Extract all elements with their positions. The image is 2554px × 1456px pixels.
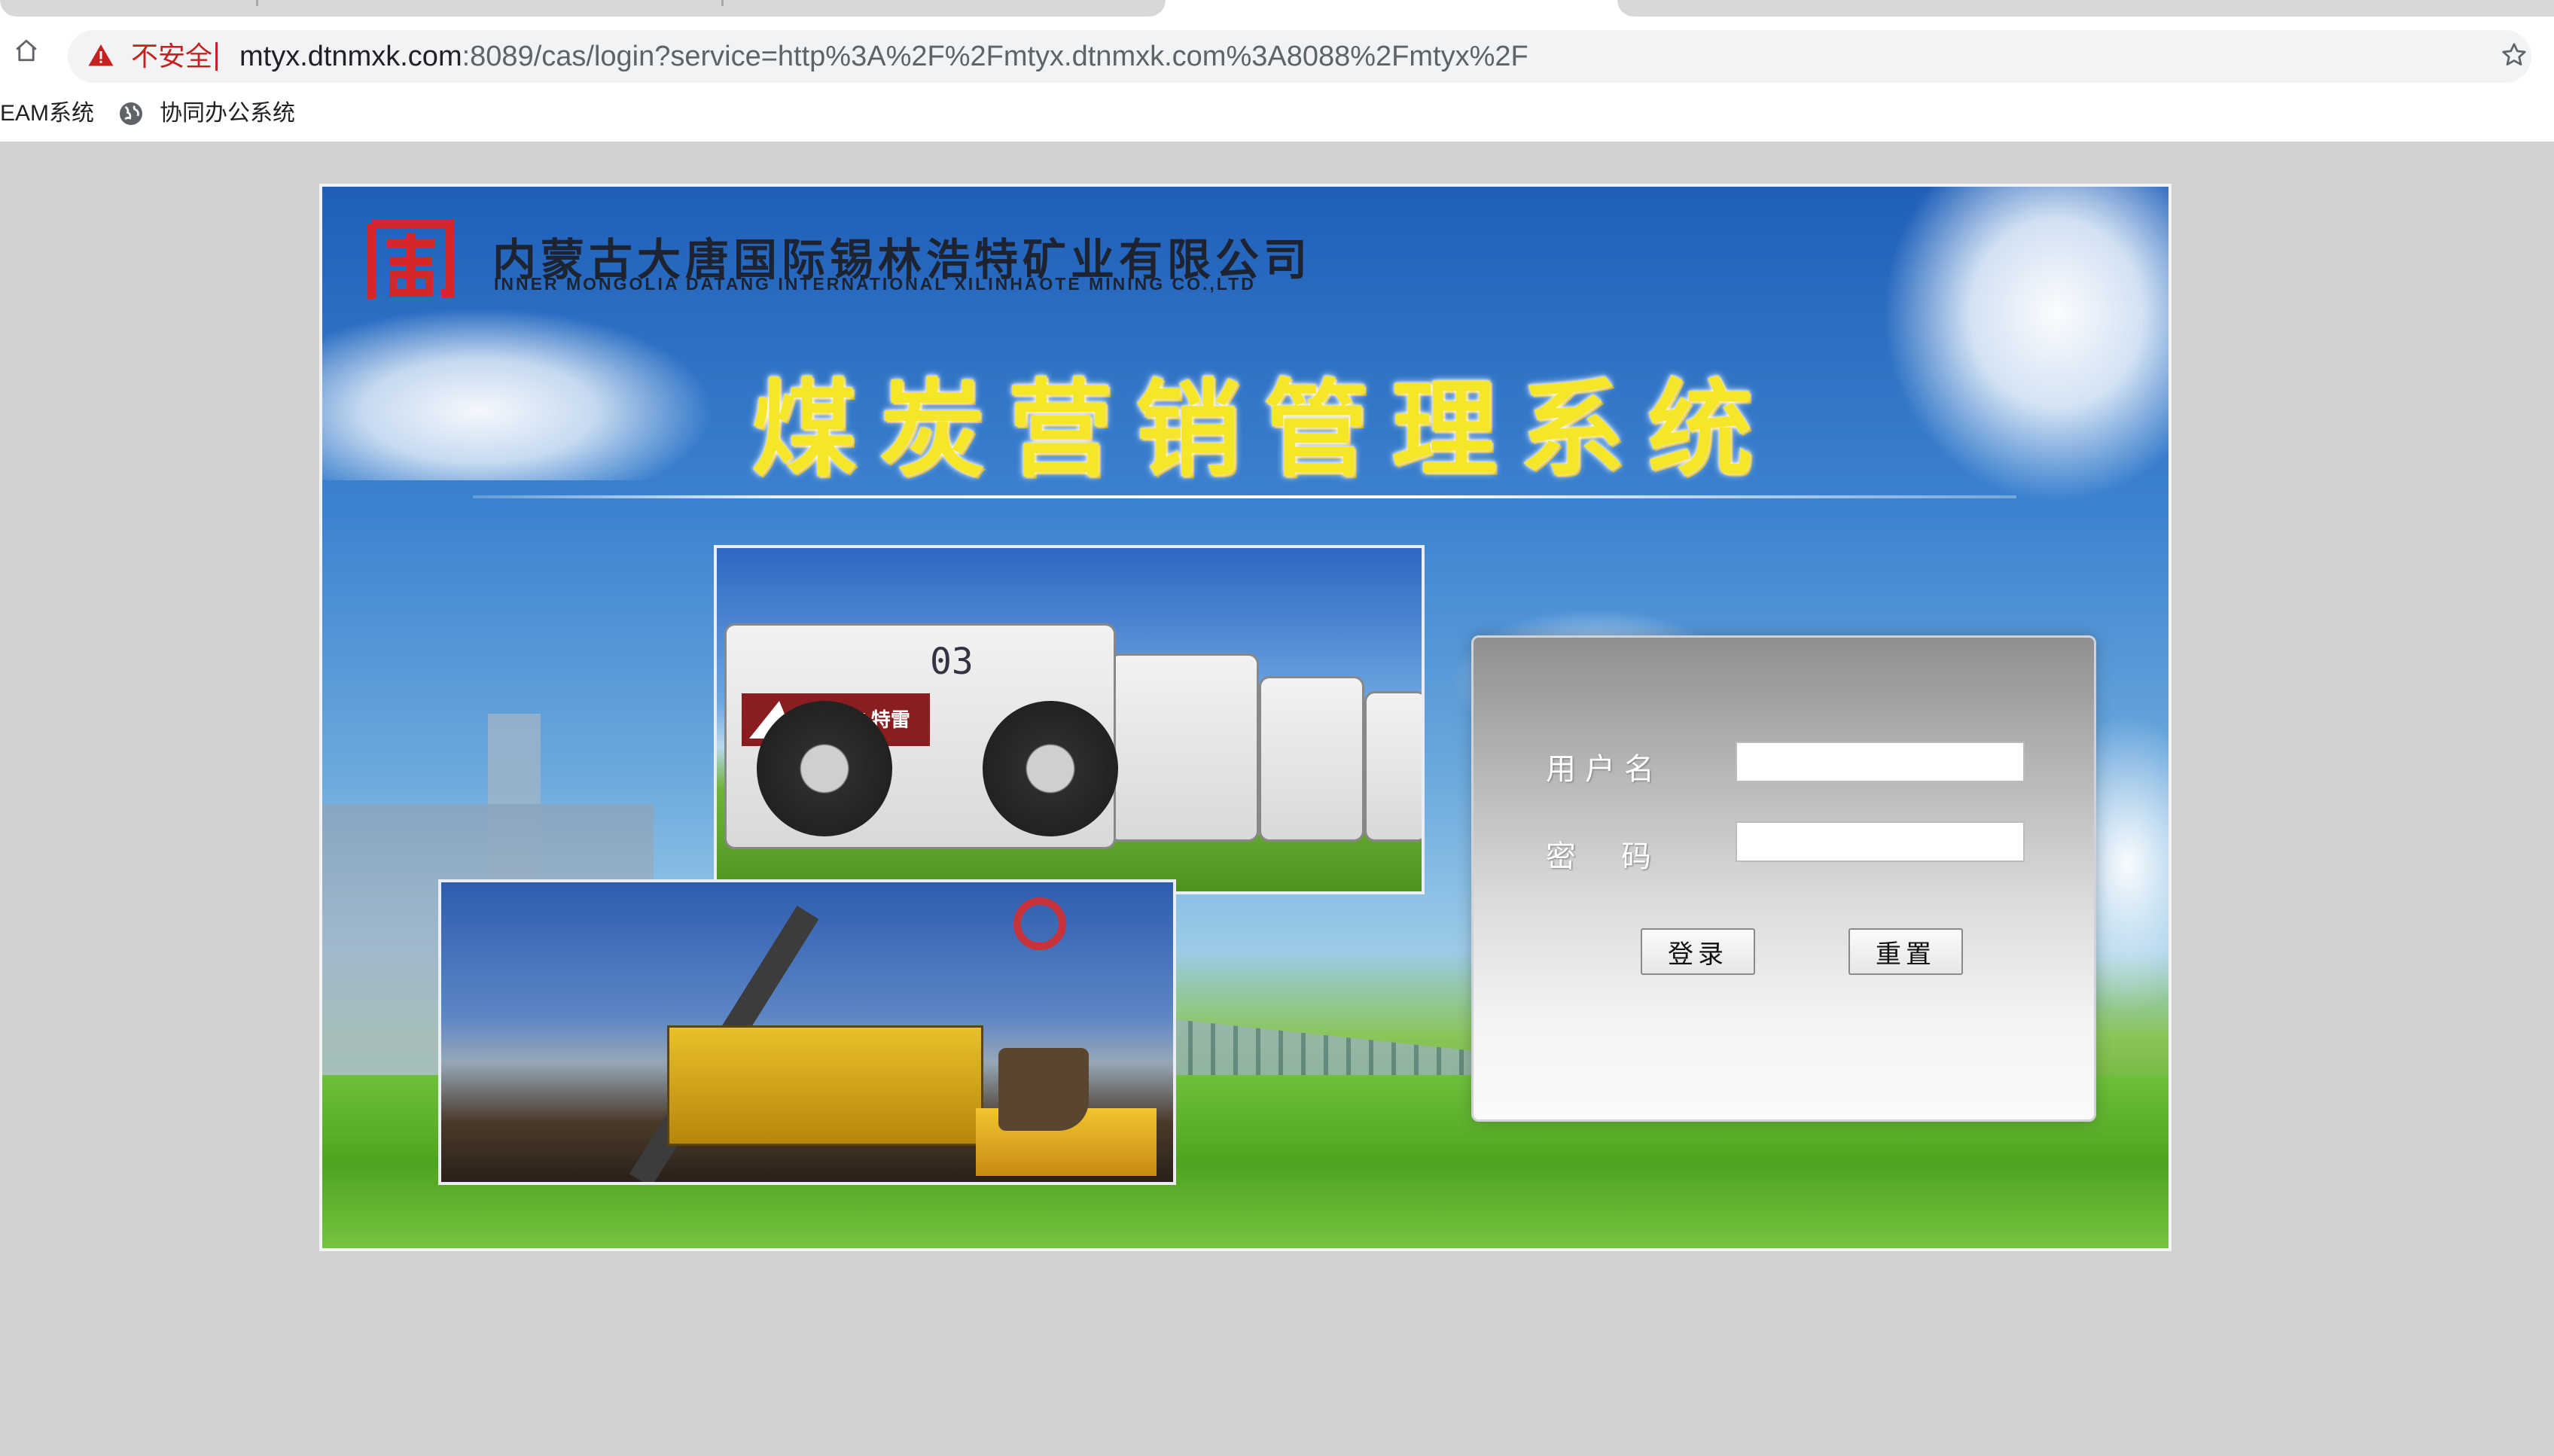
login-banner: 内蒙古大唐国际锡林浩特矿业有限公司 INNER MONGOLIA DATANG …	[319, 184, 2172, 1251]
truck-shape	[1364, 691, 1422, 842]
address-bar[interactable]: 不安全 mtyx.dtnmxk.com:8089/cas/login?servi…	[68, 30, 2531, 83]
bookmark-oa-label: 协同办公系统	[160, 101, 295, 126]
company-logo-icon	[367, 219, 455, 299]
bookmark-oa[interactable]: 协同办公系统	[117, 86, 295, 142]
username-input[interactable]	[1736, 742, 2025, 782]
warning-icon	[88, 44, 114, 66]
tab-divider	[256, 0, 258, 6]
password-input[interactable]	[1736, 821, 2025, 862]
wheel-shape	[757, 701, 892, 836]
truck-number: 03	[930, 641, 974, 683]
bookmark-star-button[interactable]	[2497, 38, 2531, 72]
truck-shape	[1108, 653, 1259, 842]
mining-truck-photo: 03 TEREX 特雷	[714, 545, 1425, 894]
tab-divider	[721, 0, 724, 6]
cloud	[1882, 187, 2168, 503]
url-text[interactable]: mtyx.dtnmxk.com:8089/cas/login?service=h…	[239, 30, 1528, 83]
url-host: mtyx.dtnmxk.com	[239, 41, 462, 72]
reset-button[interactable]: 重置	[1848, 928, 1963, 975]
truck-shape: 03 TEREX 特雷	[724, 623, 1118, 849]
login-button[interactable]: 登录	[1641, 928, 1755, 975]
excavator-body-shape	[667, 1025, 983, 1146]
star-icon	[2502, 43, 2526, 65]
security-label[interactable]: 不安全	[131, 30, 212, 83]
password-label: 密码	[1546, 840, 1696, 873]
excavator-photo	[438, 879, 1176, 1185]
omnibox-separator	[215, 42, 218, 71]
url-path: :8089/cas/login?service=http%3A%2F%2Fmty…	[462, 41, 1528, 72]
pulley-shape	[1013, 897, 1066, 950]
home-button[interactable]	[9, 33, 44, 68]
browser-tab[interactable]	[1617, 0, 2554, 17]
truck-shape	[1259, 676, 1364, 842]
bucket-shape	[998, 1048, 1089, 1131]
bookmarks-bar: EAM系统 协同办公系统	[0, 86, 2554, 143]
bookmark-eam[interactable]: EAM系统	[0, 86, 94, 142]
browser-tab[interactable]	[0, 0, 1166, 17]
wheel-shape	[983, 701, 1118, 836]
username-label: 用户名	[1546, 753, 1663, 786]
company-name-en: INNER MONGOLIA DATANG INTERNATIONAL XILI…	[494, 274, 1256, 294]
globe-icon	[120, 102, 142, 125]
tab-strip	[0, 0, 2554, 18]
home-icon	[16, 39, 37, 62]
system-title: 煤炭营销管理系统	[751, 369, 1776, 492]
cloud	[322, 307, 714, 480]
title-divider	[473, 495, 2016, 498]
login-form: 用户名 密码 登录 重置	[1471, 635, 2096, 1122]
